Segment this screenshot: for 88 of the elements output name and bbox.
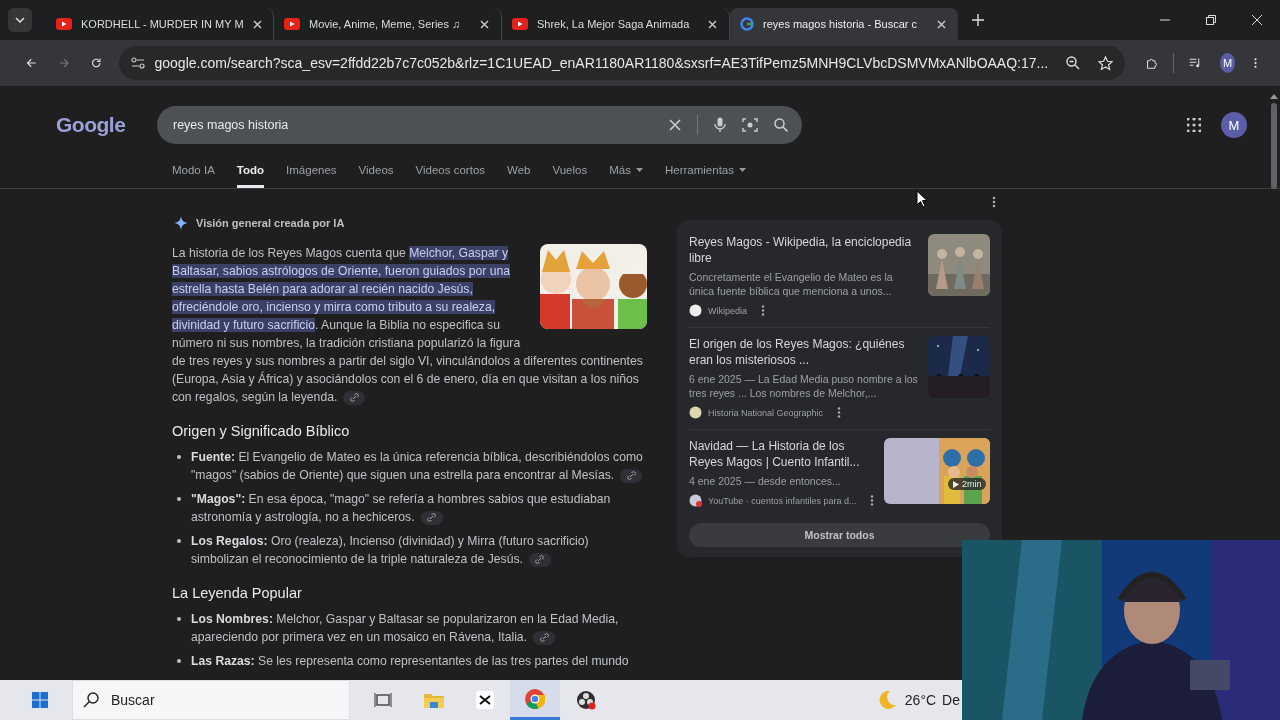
link-icon[interactable] bbox=[420, 510, 443, 525]
clear-icon[interactable] bbox=[669, 119, 681, 131]
search-tab[interactable]: Videos bbox=[358, 164, 394, 188]
scroll-up-icon[interactable] bbox=[1270, 94, 1278, 99]
profile-avatar[interactable]: M bbox=[1221, 112, 1247, 138]
search-field[interactable]: reyes magos historia bbox=[157, 106, 802, 144]
more-icon[interactable] bbox=[992, 196, 996, 208]
caret-icon bbox=[15, 17, 25, 23]
google-logo[interactable]: Google bbox=[56, 113, 157, 137]
more-icon[interactable] bbox=[837, 407, 842, 418]
close-icon[interactable] bbox=[708, 19, 717, 29]
editor-icon[interactable] bbox=[476, 691, 494, 709]
forward-icon[interactable] bbox=[58, 56, 69, 70]
browser-tab[interactable]: reyes magos historia - Buscar c bbox=[730, 8, 958, 40]
address-field[interactable]: google.com/search?sca_esv=2ffdd22b7c7c052b&rlz=1C1UEAD_enAR1180AR1180&sxsrf=AE3TifPemz5MNH9CLVbcDSMVMxANlbOAAQ:17... bbox=[118, 46, 1126, 80]
search-tab[interactable]: Modo IA bbox=[172, 164, 215, 188]
more-icon[interactable] bbox=[761, 305, 765, 316]
site-name: Wikipedia bbox=[708, 305, 747, 316]
close-icon[interactable] bbox=[252, 19, 262, 29]
taskbar-search-field[interactable]: Buscar bbox=[72, 680, 350, 720]
chrome-icon[interactable] bbox=[525, 688, 545, 709]
link-icon[interactable] bbox=[343, 390, 366, 405]
restore-icon[interactable] bbox=[1206, 15, 1216, 25]
search-tab[interactable]: Todo bbox=[236, 164, 265, 188]
section-heading: Origen y Significado Bíblico bbox=[172, 422, 351, 440]
site-name: YouTube · cuentos infantiles para d... bbox=[708, 495, 857, 506]
play-icon bbox=[512, 18, 528, 30]
google-icon bbox=[740, 17, 754, 31]
apps-icon[interactable] bbox=[1187, 118, 1201, 132]
site-icon bbox=[689, 494, 702, 507]
site-icon bbox=[689, 304, 702, 317]
bullet-text: Fuente: El Evangelio de Mateo es la única referencia bíblica, describiéndolos como "magos" (sabios de Oriente) que siguen una estrella para encontrar al Mesías. bbox=[191, 449, 644, 484]
result-link[interactable]: El origen de los Reyes Magos: ¿quiénes eran los misteriosos ... bbox=[689, 336, 918, 368]
new-tab-icon[interactable] bbox=[972, 14, 984, 26]
result-link[interactable]: Reyes Magos - Wikipedia, la enciclopedia libre bbox=[689, 234, 918, 266]
cursor-icon bbox=[916, 190, 928, 208]
search-tab[interactable]: Web bbox=[507, 164, 531, 188]
close-icon[interactable] bbox=[1252, 15, 1262, 25]
microphone-icon[interactable] bbox=[714, 117, 726, 133]
camera-icon[interactable] bbox=[742, 117, 758, 133]
duration-badge: 2min bbox=[947, 478, 987, 490]
play-icon bbox=[56, 18, 72, 30]
result-link[interactable]: Navidad — La Historia de los Reyes Magos | Cuento Infantil... bbox=[689, 438, 875, 470]
profile-avatar[interactable]: M bbox=[1220, 53, 1235, 73]
reload-icon[interactable] bbox=[91, 56, 102, 70]
bullet-text: "Magos": En esa época, "mago" se refería a hombres sabios que estudiaban astronomía y astrología, no a hechiceros. bbox=[191, 491, 612, 526]
zoom-icon[interactable] bbox=[1066, 56, 1081, 70]
result-snippet: Concretamente el Evangelio de Mateo es la única fuente bíblica que menciona a unos... bbox=[689, 270, 894, 298]
menu-icon[interactable] bbox=[1254, 56, 1257, 70]
site-info-icon[interactable] bbox=[130, 57, 145, 69]
task-view-icon[interactable] bbox=[374, 692, 392, 708]
sparkle-icon bbox=[174, 216, 188, 230]
close-icon[interactable] bbox=[480, 19, 489, 29]
caret-icon bbox=[635, 168, 643, 172]
weather-text: De bbox=[942, 692, 960, 708]
caret-icon bbox=[739, 168, 746, 172]
back-icon[interactable] bbox=[26, 56, 37, 70]
recorder-icon[interactable] bbox=[576, 690, 596, 710]
scrollbar-thumb[interactable] bbox=[1271, 103, 1277, 189]
play-icon bbox=[284, 18, 300, 30]
link-icon[interactable] bbox=[533, 630, 556, 645]
result-snippet: 6 ene 2025 — La Edad Media puso nombre a los tres reyes ... Los nombres de Melchor,... bbox=[689, 372, 918, 400]
star-icon[interactable] bbox=[1098, 55, 1114, 71]
show-all-button[interactable]: Mostrar todos bbox=[689, 523, 990, 547]
search-icon[interactable] bbox=[774, 118, 788, 132]
more-icon[interactable] bbox=[870, 495, 875, 506]
search-tab[interactable]: Vuelos bbox=[552, 164, 588, 188]
site-icon bbox=[689, 406, 702, 419]
section-heading: La Leyenda Popular bbox=[172, 584, 303, 602]
tab-search-button[interactable] bbox=[8, 8, 32, 32]
media-icon[interactable] bbox=[1189, 56, 1201, 70]
search-tab[interactable]: Herramientas bbox=[664, 164, 746, 188]
overview-paragraph: La historia de los Reyes Magos cuenta que Melchor, Gaspar y Baltasar, sabios astrólogos de Oriente, fueron guiados por una estrella hasta Belén para adorar al recién nacido Jesús, ofreciéndole oro, incienso y mirra como tributo a su realeza, divinidad y futuro sacrificio. Aunque la Biblia no especifica su número ni sus nombres, la tradición cristiana popularizó la figura de tres reyes y sus nombres a partir del siglo VI, vinculándolos a diferentes continentes (Europa, Asia y África) y asociándolos con el 6 de enero, día en que visitan a los niños con regalos, según la leyenda. bbox=[172, 245, 644, 406]
section-title: Visión general creada por IA bbox=[196, 216, 345, 231]
search-tab[interactable]: Más bbox=[609, 164, 643, 188]
temperature-text: 26°C bbox=[904, 692, 937, 708]
result-snippet: 4 ene 2025 — desde entonces... bbox=[689, 474, 842, 488]
search-icon bbox=[83, 692, 99, 708]
site-name: Historia National Geographic bbox=[708, 407, 824, 418]
bullet-text: Los Nombres: Melchor, Gaspar y Baltasar se popularizaron en la Edad Media, apareciendo por primera vez en un mosaico en Rávena, Italia. bbox=[191, 611, 620, 646]
link-icon[interactable] bbox=[620, 468, 643, 483]
folder-icon[interactable] bbox=[424, 692, 444, 708]
search-tab[interactable]: Videos cortos bbox=[415, 164, 486, 188]
link-icon[interactable] bbox=[528, 552, 551, 567]
close-icon[interactable] bbox=[937, 19, 946, 29]
search-tab[interactable]: Imágenes bbox=[286, 164, 337, 188]
bullet-text: Los Regalos: Oro (realeza), Incienso (divinidad) y Mirra (futuro sacrificio) simbolizan el reconocimiento de la triple naturaleza de Jesús. bbox=[191, 533, 590, 568]
bullet-text: Las Razas: Se les representa como representantes de las tres partes del mundo bbox=[191, 653, 629, 670]
